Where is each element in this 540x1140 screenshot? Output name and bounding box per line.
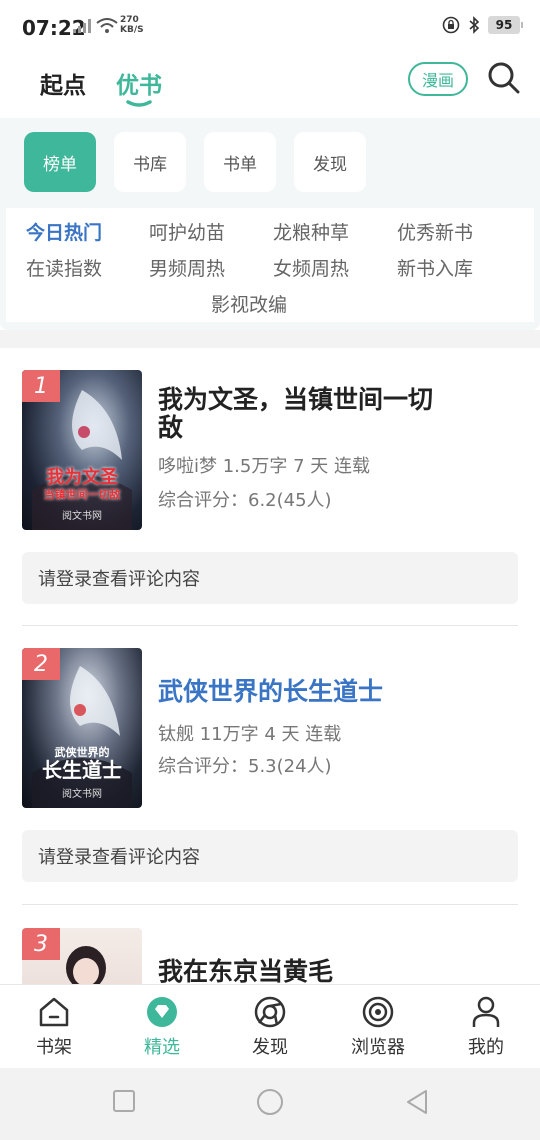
- top-header: 起点 优书 漫画: [0, 56, 540, 118]
- nav-label: 浏览器: [351, 1037, 405, 1058]
- compass-icon: [254, 996, 286, 1028]
- book-title[interactable]: 武侠世界的长生道士: [158, 678, 448, 706]
- divider: [22, 625, 518, 626]
- book-meta: 钛舰 11万字 4 天 连载: [158, 724, 342, 745]
- search-icon[interactable]: [486, 60, 522, 96]
- book-cover[interactable]: 2 武侠世界的 长生道士 阅文书网: [22, 648, 142, 808]
- cover-title-main: 我为文圣: [46, 467, 118, 488]
- rank-tab-reading-index[interactable]: 在读指数: [26, 254, 102, 281]
- rank-tab-nurture[interactable]: 呵护幼苗: [149, 218, 225, 245]
- book-item[interactable]: 3 我在东京当黄毛: [0, 928, 540, 984]
- comment-login-prompt[interactable]: 请登录查看评论内容: [22, 552, 518, 604]
- category-pills: 榜单 书库 书单 发现: [0, 118, 540, 208]
- nav-label: 发现: [252, 1037, 288, 1058]
- signal-icon: [73, 19, 91, 33]
- ranking-tabs: 今日热门 呵护幼苗 龙粮种草 优秀新书 在读指数 男频周热 女频周热 新书入库 …: [0, 208, 540, 330]
- manga-button[interactable]: 漫画: [408, 62, 468, 96]
- bluetooth-icon: [469, 16, 480, 34]
- rank-tab-new-arrivals[interactable]: 新书入库: [397, 254, 473, 281]
- status-bar: 07:22 270 KB/S 95: [0, 0, 540, 56]
- nav-profile[interactable]: 我的: [441, 993, 531, 1067]
- nav-label: 我的: [468, 1037, 504, 1058]
- cover-title: 我为文圣 当镇世间一切敌: [28, 468, 136, 502]
- gem-icon: [147, 997, 177, 1027]
- system-navigation: [0, 1068, 540, 1140]
- book-meta: 哆啦i梦 1.5万字 7 天 连载: [158, 456, 370, 477]
- nav-browser[interactable]: 浏览器: [333, 993, 423, 1067]
- rank-tab-new-excellent[interactable]: 优秀新书: [397, 218, 473, 245]
- section-gap: [0, 330, 540, 348]
- house-icon: [39, 997, 69, 1027]
- lock-rotation-icon: [442, 16, 460, 34]
- person-icon: [472, 996, 500, 1027]
- pill-booklists[interactable]: 书单: [204, 132, 276, 192]
- network-speed: 270 KB/S: [120, 15, 144, 35]
- book-score: 综合评分：6.2(45人): [158, 490, 332, 511]
- pill-discover[interactable]: 发现: [294, 132, 366, 192]
- rank-badge: 1: [22, 370, 60, 402]
- cover-publisher: 阅文书网: [62, 511, 102, 522]
- recent-apps-icon[interactable]: [112, 1088, 136, 1114]
- wifi-icon: [96, 18, 118, 33]
- back-icon[interactable]: [404, 1088, 430, 1116]
- nav-discover[interactable]: 发现: [225, 993, 315, 1067]
- nav-label: 精选: [144, 1037, 180, 1058]
- status-right: 95: [442, 16, 523, 34]
- rank-badge: 3: [22, 928, 60, 960]
- cover-title-main: 长生道士: [42, 758, 122, 782]
- rank-tab-adaptations[interactable]: 影视改编: [211, 290, 287, 317]
- speed-value: 270: [120, 15, 139, 25]
- nav-featured[interactable]: 精选: [117, 993, 207, 1067]
- rank-tab-female-weekly[interactable]: 女频周热: [273, 254, 349, 281]
- cover-title: 武侠世界的 长生道士: [28, 746, 136, 780]
- browser-icon: [362, 996, 394, 1028]
- pill-library[interactable]: 书库: [114, 132, 186, 192]
- cover-title-sub: 当镇世间一切敌: [43, 488, 121, 501]
- home-icon[interactable]: [256, 1088, 284, 1116]
- battery-indicator: 95: [488, 16, 523, 34]
- active-tab-indicator: [126, 100, 152, 107]
- comment-login-prompt[interactable]: 请登录查看评论内容: [22, 830, 518, 882]
- nav-label: 书架: [36, 1037, 72, 1058]
- tab-qidian[interactable]: 起点: [40, 66, 86, 100]
- rank-tab-recommend[interactable]: 龙粮种草: [273, 218, 349, 245]
- tab-youshu[interactable]: 优书: [116, 66, 162, 100]
- book-item[interactable]: 2 武侠世界的 长生道士 阅文书网 武侠世界的长生道士 钛舰 11万字 4 天 …: [0, 648, 540, 926]
- rank-tab-today-hot[interactable]: 今日热门: [26, 218, 102, 245]
- speed-unit: KB/S: [120, 25, 144, 35]
- divider: [22, 904, 518, 905]
- book-item[interactable]: 1 我为文圣 当镇世间一切敌 阅文书网 我为文圣，当镇世间一切敌 哆啦i梦 1.…: [0, 370, 540, 648]
- book-cover[interactable]: 1 我为文圣 当镇世间一切敌 阅文书网: [22, 370, 142, 530]
- pill-rankings[interactable]: 榜单: [24, 132, 96, 192]
- cover-publisher: 阅文书网: [62, 789, 102, 800]
- rank-badge: 2: [22, 648, 60, 680]
- bottom-navigation: 书架 精选 发现 浏览器 我的: [0, 984, 540, 1068]
- nav-bookshelf[interactable]: 书架: [9, 993, 99, 1067]
- rank-tab-male-weekly[interactable]: 男频周热: [149, 254, 225, 281]
- book-title[interactable]: 我为文圣，当镇世间一切敌: [158, 386, 448, 442]
- book-cover[interactable]: 3: [22, 928, 142, 984]
- book-score: 综合评分：5.3(24人): [158, 756, 332, 777]
- book-title[interactable]: 我在东京当黄毛: [158, 958, 448, 985]
